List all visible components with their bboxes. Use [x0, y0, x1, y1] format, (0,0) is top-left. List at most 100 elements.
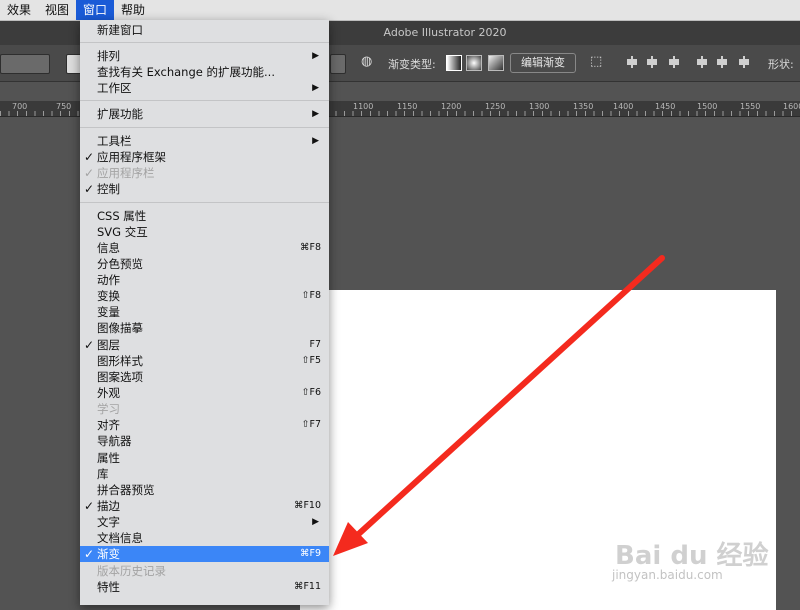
menu-item[interactable]: 排列 ▶: [80, 48, 329, 64]
align-top-icon[interactable]: [696, 56, 708, 68]
menu-item[interactable]: ✓ 应用程序框架: [80, 149, 329, 165]
watermark-url: jingyan.baidu.com: [612, 568, 723, 582]
menu-item[interactable]: ✓ 描边 ⌘F10: [80, 498, 329, 514]
globe-icon[interactable]: ◍: [361, 54, 372, 69]
submenu-arrow-icon: ▶: [312, 51, 319, 61]
ruler-label: 1450: [655, 102, 676, 111]
menu-item[interactable]: 变量: [80, 304, 329, 320]
menu-item-label: 库: [97, 467, 109, 481]
menu-item-label: 信息: [97, 241, 120, 255]
menu-item[interactable]: 文档信息: [80, 530, 329, 546]
gradient-type-label: 渐变类型:: [388, 58, 436, 71]
menu-separator: [80, 127, 329, 128]
dropdown-chevron-icon[interactable]: [330, 54, 346, 74]
checkmark-icon: ✓: [84, 547, 95, 561]
menu-item-shortcut: ⇧F7: [301, 419, 321, 430]
menubar-item-view[interactable]: 视图: [38, 0, 76, 20]
menu-item-label: 对齐: [97, 418, 120, 432]
menu-item[interactable]: 库: [80, 466, 329, 482]
menu-item[interactable]: 导航器: [80, 433, 329, 449]
submenu-arrow-icon: ▶: [312, 109, 319, 119]
menu-item-label: 应用程序栏: [97, 166, 155, 180]
menu-item[interactable]: 动作: [80, 272, 329, 288]
checkmark-icon: ✓: [84, 499, 95, 513]
menubar-item-window[interactable]: 窗口: [76, 0, 115, 20]
align-middle-icon[interactable]: [716, 56, 728, 68]
menu-item[interactable]: 拼合器预览: [80, 482, 329, 498]
menu-item[interactable]: 变换 ⇧F8: [80, 288, 329, 304]
edit-gradient-button[interactable]: 编辑渐变: [510, 53, 576, 73]
menu-item[interactable]: ✓ 控制: [80, 181, 329, 197]
freeform-gradient-icon[interactable]: [488, 55, 504, 71]
menu-item-label: 描边: [97, 499, 120, 513]
submenu-arrow-icon: ▶: [312, 517, 319, 527]
ruler-label: 1300: [529, 102, 550, 111]
menubar-item-effect[interactable]: 效果: [0, 0, 38, 20]
menu-item-label: 变换: [97, 289, 120, 303]
submenu-arrow-icon: ▶: [312, 83, 319, 93]
menubar: 效果 视图 窗口 帮助: [0, 0, 800, 21]
menu-item[interactable]: 工作区 ▶: [80, 80, 329, 96]
menu-item-label: 特性: [97, 580, 120, 594]
menu-item-label: 图层: [97, 338, 120, 352]
checkmark-icon: ✓: [84, 150, 95, 164]
menu-separator: [80, 42, 329, 43]
menu-item[interactable]: 外观 ⇧F6: [80, 385, 329, 401]
menu-item-shortcut: ⌘F11: [293, 581, 321, 592]
menu-item-shortcut: ⇧F5: [301, 355, 321, 366]
shape-label: 形状:: [768, 58, 794, 71]
menu-item-label: 动作: [97, 273, 120, 287]
ruler-label: 750: [56, 102, 72, 111]
menu-item-label: 查找有关 Exchange 的扩展功能...: [97, 65, 275, 79]
ruler-label: 1150: [397, 102, 418, 111]
submenu-arrow-icon: ▶: [312, 136, 319, 146]
checkmark-icon: ✓: [84, 182, 95, 196]
menu-item-label: 版本历史记录: [97, 564, 166, 578]
menu-item-label: 变量: [97, 305, 120, 319]
menu-item-label: 拼合器预览: [97, 483, 155, 497]
watermark-logo: Bai du 经验: [615, 541, 769, 571]
transform-icon[interactable]: ⬚: [590, 54, 602, 69]
menu-item-label: 新建窗口: [97, 23, 143, 37]
ruler-label: 700: [12, 102, 28, 111]
menu-item-label: 工作区: [97, 81, 132, 95]
menu-item[interactable]: ✓ 渐变 ⌘F9: [80, 546, 329, 562]
menu-item[interactable]: 对齐 ⇧F7: [80, 417, 329, 433]
ruler-label: 1500: [697, 102, 718, 111]
fill-field[interactable]: [0, 54, 50, 74]
menu-item[interactable]: 特性 ⌘F11: [80, 579, 329, 595]
menu-item[interactable]: 工具栏 ▶: [80, 133, 329, 149]
menu-item[interactable]: 图像描摹: [80, 320, 329, 336]
menu-item-label: 应用程序框架: [97, 150, 166, 164]
menu-item-label: 排列: [97, 49, 120, 63]
menu-item[interactable]: SVG 交互: [80, 224, 329, 240]
menu-item-label: 图案选项: [97, 370, 143, 384]
ruler-label: 1550: [740, 102, 761, 111]
ruler-label: 1350: [573, 102, 594, 111]
menu-item[interactable]: 文字 ▶: [80, 514, 329, 530]
menu-item[interactable]: 信息 ⌘F8: [80, 240, 329, 256]
align-center-icon[interactable]: [646, 56, 658, 68]
menu-item-label: 属性: [97, 451, 120, 465]
menu-item[interactable]: 图形样式 ⇧F5: [80, 353, 329, 369]
radial-gradient-icon[interactable]: [466, 55, 482, 71]
menu-item-label: SVG 交互: [97, 225, 148, 239]
menu-item[interactable]: 扩展功能 ▶: [80, 106, 329, 122]
align-right-icon[interactable]: [668, 56, 680, 68]
ruler-label: 1100: [353, 102, 374, 111]
menu-item[interactable]: 图案选项: [80, 369, 329, 385]
menu-item[interactable]: 查找有关 Exchange 的扩展功能...: [80, 64, 329, 80]
align-left-icon[interactable]: [626, 56, 638, 68]
menu-item-shortcut: ⌘F8: [299, 242, 321, 253]
menu-item[interactable]: ✓ 图层 F7: [80, 337, 329, 353]
align-bottom-icon[interactable]: [738, 56, 750, 68]
menu-item[interactable]: 分色预览: [80, 256, 329, 272]
menu-item-shortcut: ⇧F6: [301, 387, 321, 398]
menu-item: ✓ 应用程序栏: [80, 165, 329, 181]
menu-item[interactable]: 属性: [80, 450, 329, 466]
menubar-item-help[interactable]: 帮助: [114, 0, 152, 20]
linear-gradient-icon[interactable]: [446, 55, 462, 71]
menu-item-label: 工具栏: [97, 134, 132, 148]
menu-item[interactable]: 新建窗口: [80, 22, 329, 38]
menu-item[interactable]: CSS 属性: [80, 208, 329, 224]
